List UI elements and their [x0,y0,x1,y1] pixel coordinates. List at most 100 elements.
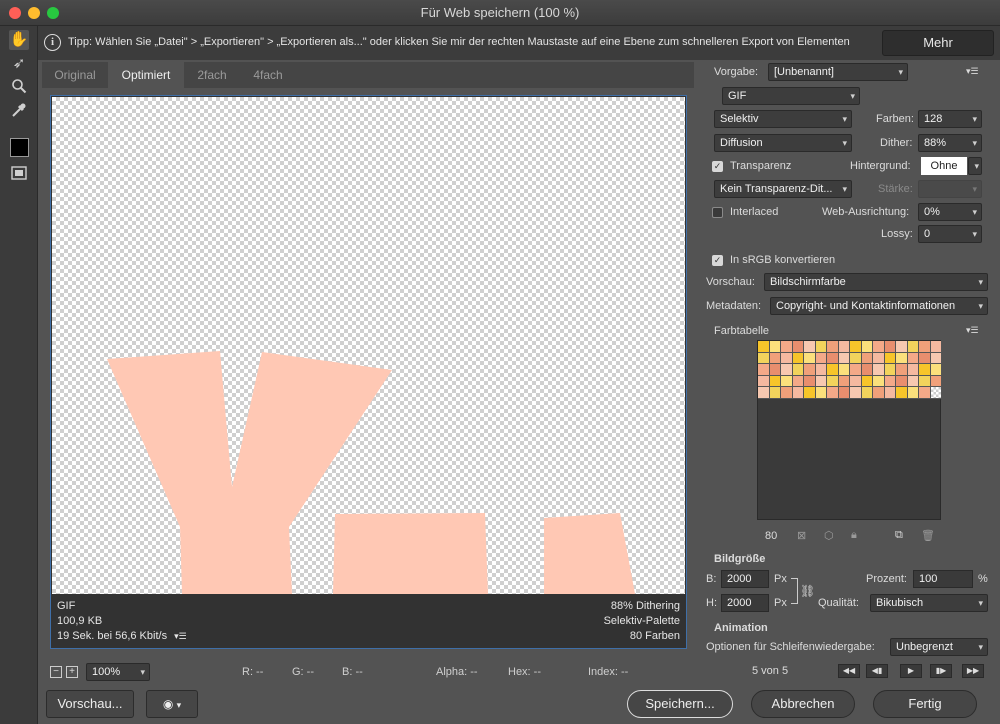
transparency-dither-select[interactable]: Kein Transparenz-Dit... ▾ [714,180,852,198]
tab-optimized[interactable]: Optimiert [108,62,184,88]
color-swatch[interactable] [919,364,931,376]
color-swatch[interactable] [873,387,885,399]
color-swatch[interactable] [873,375,885,387]
cancel-button[interactable]: Abbrechen [751,690,855,718]
loop-options-select[interactable]: Unbegrenzt ▾ [890,638,988,656]
preset-select[interactable]: [Unbenannt] ▾ [768,63,908,81]
file-format-select[interactable]: GIF ▾ [722,87,860,105]
quality-select[interactable]: Bikubisch ▾ [870,594,988,612]
delete-color-icon[interactable]: 🗑︎ [921,529,935,542]
color-swatch[interactable] [930,341,942,353]
color-swatch[interactable] [896,364,908,376]
color-swatch[interactable] [907,364,919,376]
previous-frame-button[interactable]: ◀▮ [866,664,888,678]
color-swatch[interactable] [838,387,850,399]
color-swatch[interactable] [815,387,827,399]
color-swatch[interactable] [930,387,942,399]
color-swatch[interactable] [758,387,770,399]
map-to-transparent-icon[interactable]: ⊠ [797,529,806,542]
color-swatch[interactable] [781,341,793,353]
color-swatch[interactable] [781,375,793,387]
zoom-level-select[interactable]: 100% ▾ [86,663,150,681]
color-swatch[interactable] [815,375,827,387]
percent-input[interactable]: 100 [913,570,973,588]
color-swatch[interactable] [907,387,919,399]
toggle-slices-icon[interactable] [9,166,29,186]
color-swatch[interactable] [827,387,839,399]
download-speed-menu-icon[interactable]: ▾☰ [174,631,187,641]
color-swatch[interactable] [792,375,804,387]
tab-2up[interactable]: 2fach [184,62,240,88]
first-frame-button[interactable]: ◀◀ [838,664,860,678]
color-swatch[interactable] [930,375,942,387]
color-swatch[interactable] [781,352,793,364]
width-input[interactable]: 2000 [721,570,769,588]
color-swatch[interactable] [884,341,896,353]
color-swatch[interactable] [815,352,827,364]
color-swatch[interactable] [884,352,896,364]
color-swatch[interactable] [919,387,931,399]
color-swatch[interactable] [850,375,862,387]
lossy-select[interactable]: 0 ▾ [918,225,982,243]
zoom-out-button[interactable]: − [50,666,62,678]
color-swatch[interactable] [815,364,827,376]
preview-mode-select[interactable]: Bildschirmfarbe ▾ [764,273,988,291]
color-swatch[interactable] [873,352,885,364]
color-swatch[interactable] [896,341,908,353]
color-swatch[interactable] [861,352,873,364]
metadata-select[interactable]: Copyright- und Kontaktinformationen ▾ [770,297,988,315]
save-button[interactable]: Speichern... [627,690,733,718]
color-swatch[interactable] [838,341,850,353]
color-swatch[interactable] [907,352,919,364]
color-swatch[interactable] [930,364,942,376]
dither-amount-select[interactable]: 88% ▾ [918,134,982,152]
color-table-menu-icon[interactable]: ▾☰ [966,325,979,336]
add-color-icon[interactable]: ⧉ [895,529,903,542]
color-swatch[interactable] [850,387,862,399]
matte-dropdown[interactable]: ▾ [968,157,982,175]
color-swatch[interactable] [838,352,850,364]
color-swatch[interactable] [758,352,770,364]
color-swatch[interactable] [884,387,896,399]
color-swatch[interactable] [792,352,804,364]
color-swatch[interactable] [781,387,793,399]
color-swatch[interactable] [884,364,896,376]
lock-color-icon[interactable]: 🔒︎ [851,529,857,542]
color-swatch[interactable] [758,341,770,353]
color-swatch[interactable] [838,375,850,387]
web-shift-icon[interactable]: ⬡ [824,529,834,542]
color-swatch[interactable] [919,352,931,364]
color-swatch[interactable] [769,341,781,353]
last-frame-button[interactable]: ▶▶ [962,664,984,678]
matte-color-swatch[interactable]: Ohne [921,157,967,175]
color-swatch[interactable] [804,352,816,364]
next-frame-button[interactable]: ▮▶ [930,664,952,678]
tab-4up[interactable]: 4fach [240,62,296,88]
color-swatch[interactable] [861,387,873,399]
color-swatch[interactable] [769,375,781,387]
srgb-checkbox[interactable]: ✓ [712,255,723,266]
color-swatch[interactable] [873,364,885,376]
color-swatch[interactable] [850,352,862,364]
color-swatch[interactable] [930,352,942,364]
slice-select-tool-icon[interactable]: ➶ [9,54,29,74]
color-swatch[interactable] [769,364,781,376]
color-swatch[interactable] [827,364,839,376]
color-swatch[interactable] [769,352,781,364]
preview-in-browser-button[interactable]: Vorschau... [46,690,134,718]
preview-canvas[interactable] [52,97,685,594]
zoom-tool-icon[interactable] [9,78,29,98]
color-swatch[interactable] [827,352,839,364]
color-swatch[interactable] [896,375,908,387]
color-swatch[interactable] [896,352,908,364]
color-swatch[interactable] [792,341,804,353]
color-swatch[interactable] [769,387,781,399]
color-swatch[interactable] [827,341,839,353]
color-swatch[interactable] [804,341,816,353]
color-swatch[interactable] [861,375,873,387]
zoom-in-button[interactable]: + [66,666,78,678]
more-button[interactable]: Mehr [882,30,994,56]
color-swatch[interactable] [896,387,908,399]
browser-select-button[interactable]: ◉ ▾ [146,690,198,718]
color-swatch[interactable] [850,364,862,376]
